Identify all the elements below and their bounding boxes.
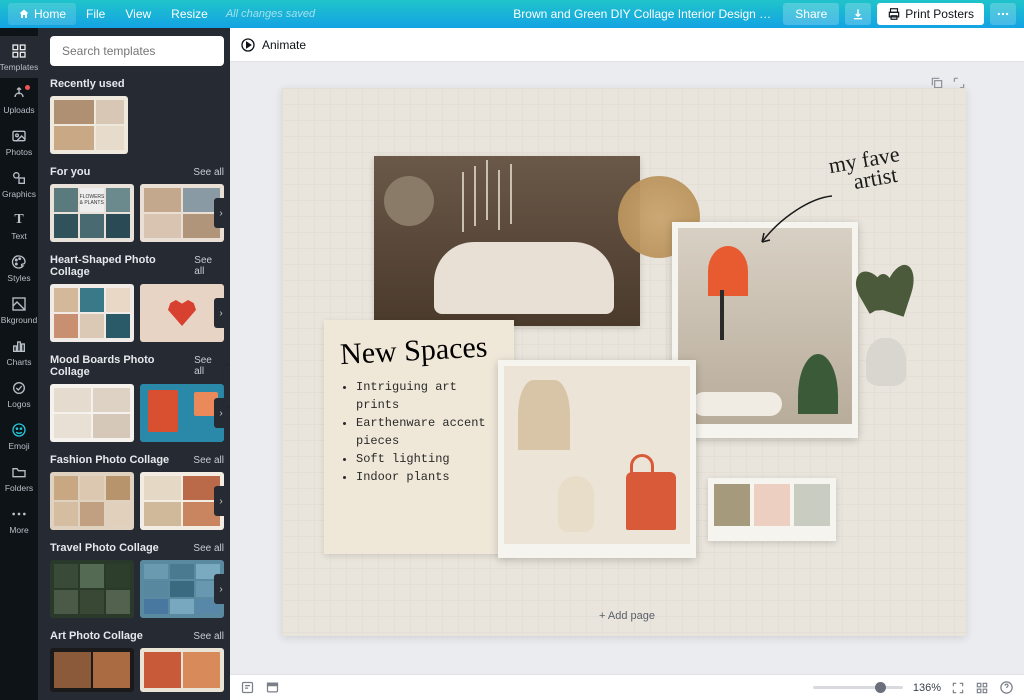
vase-plant[interactable] xyxy=(852,298,920,386)
rail-photos[interactable]: Photos xyxy=(0,121,38,163)
duration-icon[interactable] xyxy=(265,680,280,695)
document-title[interactable]: Brown and Green DIY Collage Interior Des… xyxy=(513,7,773,21)
template-thumb[interactable] xyxy=(140,648,224,692)
add-page-button[interactable]: + Add page xyxy=(599,610,655,622)
share-button[interactable]: Share xyxy=(783,3,839,25)
bottom-bar: 136% xyxy=(230,674,1024,700)
top-bar: Home File View Resize All changes saved … xyxy=(0,0,1024,28)
template-thumb[interactable] xyxy=(140,384,224,442)
seeall-travel[interactable]: See all xyxy=(193,543,224,554)
rail-styles[interactable]: Styles xyxy=(0,247,38,289)
download-icon xyxy=(851,7,865,21)
more-menu-button[interactable] xyxy=(990,3,1016,25)
template-thumb[interactable] xyxy=(140,472,224,530)
grid-view-icon[interactable] xyxy=(975,681,989,695)
print-label: Print Posters xyxy=(905,7,974,21)
design-canvas[interactable]: my fave artist New Spaces Intriguing art… xyxy=(282,88,966,636)
template-thumb[interactable] xyxy=(50,96,128,154)
zoom-value[interactable]: 136% xyxy=(913,682,941,694)
scroll-right[interactable]: › xyxy=(214,574,228,604)
canvas-toolbar: Animate xyxy=(230,28,1024,62)
dots-icon xyxy=(996,7,1010,21)
swatch-3[interactable] xyxy=(794,484,830,526)
template-thumb[interactable] xyxy=(50,560,134,618)
section-art: Art Photo CollageSee all xyxy=(50,630,224,642)
fullscreen-icon[interactable] xyxy=(951,681,965,695)
rail-background[interactable]: Bkground xyxy=(0,289,38,331)
seeall-foryou[interactable]: See all xyxy=(193,167,224,178)
print-icon xyxy=(887,7,901,21)
notes-icon[interactable] xyxy=(240,680,255,695)
template-thumb[interactable] xyxy=(50,472,134,530)
rail-templates[interactable]: Templates xyxy=(0,36,38,78)
seeall-heart[interactable]: See all xyxy=(194,255,224,277)
view-menu[interactable]: View xyxy=(115,3,161,25)
download-button[interactable] xyxy=(845,3,871,25)
polaroid-bags[interactable] xyxy=(498,360,696,558)
help-icon[interactable] xyxy=(999,680,1014,695)
template-thumb[interactable] xyxy=(140,184,224,242)
templates-panel: Recently used For youSee all FLOWERS& PL… xyxy=(38,28,230,700)
template-thumb[interactable] xyxy=(140,560,224,618)
save-status: All changes saved xyxy=(226,8,315,20)
section-mood: Mood Boards Photo CollageSee all xyxy=(50,354,224,378)
section-travel: Travel Photo CollageSee all xyxy=(50,542,224,554)
note-title: New Spaces xyxy=(339,330,499,372)
template-thumb[interactable] xyxy=(50,384,134,442)
rail-graphics[interactable]: Graphics xyxy=(0,163,38,205)
color-swatches[interactable] xyxy=(708,478,836,541)
template-thumb[interactable]: FLOWERS& PLANTS xyxy=(50,184,134,242)
seeall-mood[interactable]: See all xyxy=(194,355,224,377)
rail-charts[interactable]: Charts xyxy=(0,331,38,373)
note-card[interactable]: New Spaces Intriguing art prints Earthen… xyxy=(324,320,514,554)
section-recent: Recently used xyxy=(50,78,224,90)
template-thumb[interactable] xyxy=(140,284,224,342)
swatch-2[interactable] xyxy=(754,484,790,526)
note-list: Intriguing art prints Earthenware accent… xyxy=(340,378,498,486)
template-thumb[interactable] xyxy=(50,284,134,342)
rail-folders[interactable]: Folders xyxy=(0,457,38,499)
photo-sofa[interactable] xyxy=(374,156,640,326)
animate-button[interactable]: Animate xyxy=(240,37,306,53)
arrow-to-artist xyxy=(750,188,840,258)
template-thumb[interactable] xyxy=(50,648,134,692)
rail-text[interactable]: TText xyxy=(0,205,38,247)
resize-menu[interactable]: Resize xyxy=(161,3,218,25)
animate-icon xyxy=(240,37,256,53)
print-button[interactable]: Print Posters xyxy=(877,3,984,25)
rail-uploads[interactable]: Uploads xyxy=(0,78,38,121)
search-box[interactable] xyxy=(50,36,224,66)
home-icon xyxy=(18,8,30,20)
rail-more[interactable]: More xyxy=(0,499,38,541)
section-foryou: For youSee all xyxy=(50,166,224,178)
home-label: Home xyxy=(34,7,66,21)
canvas-viewport[interactable]: my fave artist New Spaces Intriguing art… xyxy=(230,62,1024,674)
swatch-1[interactable] xyxy=(714,484,750,526)
seeall-art[interactable]: See all xyxy=(193,631,224,642)
seeall-fashion[interactable]: See all xyxy=(193,455,224,466)
zoom-slider[interactable] xyxy=(813,686,903,689)
section-heart: Heart-Shaped Photo CollageSee all xyxy=(50,254,224,278)
editor-area: Animate xyxy=(230,28,1024,700)
section-fashion: Fashion Photo CollageSee all xyxy=(50,454,224,466)
scroll-right[interactable]: › xyxy=(214,298,228,328)
file-menu[interactable]: File xyxy=(76,3,115,25)
scroll-right[interactable]: › xyxy=(214,486,228,516)
rail-emoji[interactable]: Emoji xyxy=(0,415,38,457)
home-button[interactable]: Home xyxy=(8,3,76,25)
search-input[interactable] xyxy=(62,44,217,58)
zoom-handle[interactable] xyxy=(875,682,886,693)
rail-logos[interactable]: Logos xyxy=(0,373,38,415)
scroll-right[interactable]: › xyxy=(214,198,228,228)
left-rail: Templates Uploads Photos Graphics TText … xyxy=(0,28,38,700)
